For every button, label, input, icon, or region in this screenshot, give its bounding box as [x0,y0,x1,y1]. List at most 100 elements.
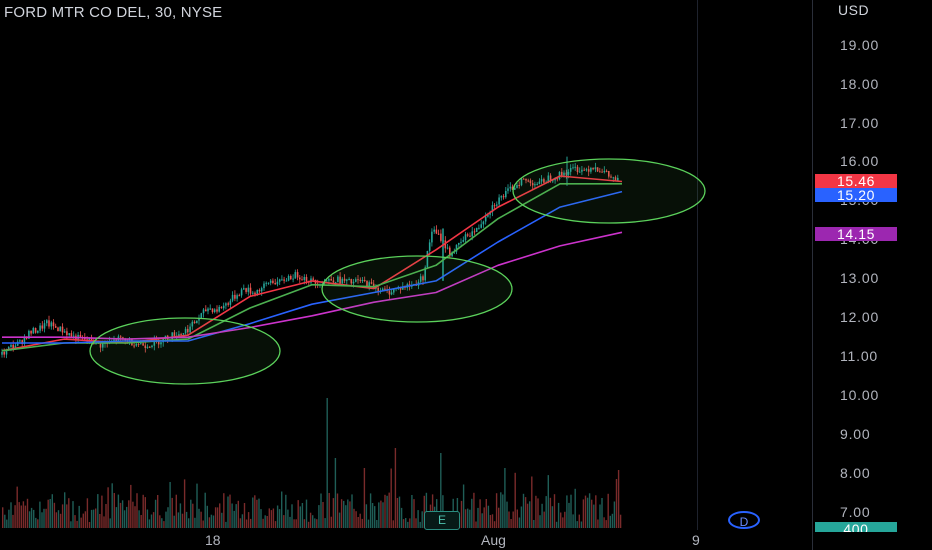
volume-bar [580,521,583,528]
currency-label[interactable]: USD [838,2,869,18]
candle-body [227,303,229,305]
volume-bar [464,509,467,528]
chart-window[interactable]: FORD MTR CO DEL, 30, NYSE USD 19.00 18.0… [0,0,932,550]
volume-bar [607,493,609,528]
volume-bar [150,514,153,528]
volume-bar [169,482,171,528]
volume-bar [526,503,529,528]
symbol-title[interactable]: FORD MTR CO DEL, 30, NYSE [4,4,222,21]
volume-bar [219,503,221,528]
candle-body [276,281,279,285]
volume-bar [233,510,235,528]
volume-bar [483,507,485,528]
candle-body [507,188,509,191]
volume-bar [405,518,407,528]
volume-bar [553,494,556,528]
candle-body [63,331,66,333]
candle-body [1,352,3,355]
volume-bar [402,519,405,528]
volume-bar [142,494,144,528]
volume-bar [363,468,366,528]
volume-bar [314,518,316,528]
volume-bar [276,505,279,528]
candle-body [200,313,203,319]
volume-bar [278,509,281,528]
volume-bar [95,508,97,528]
volume-bar [252,497,254,528]
candle-body [462,240,465,242]
volume-bar [55,512,58,528]
candle-body [287,276,290,281]
volume-bar [318,505,320,528]
candle-body [66,331,68,335]
volume-bar [374,506,376,528]
volume-bar [477,507,479,528]
volume-bar [181,513,184,528]
volume-bar [103,516,105,528]
volume-bar [380,500,382,528]
volume-bar [281,491,283,528]
volume-bar [351,494,353,528]
volume-bar [59,513,62,528]
volume-bar [198,508,200,528]
candle-body [202,309,205,314]
volume-bar [237,500,239,528]
volume-bar [35,517,37,528]
candle-body [222,305,225,309]
volume-bar [289,516,291,528]
volume-bar [533,520,535,528]
volume-bar [473,492,475,528]
earnings-event-marker[interactable]: E [424,511,460,530]
volume-bar [481,513,483,528]
dividend-event-marker[interactable]: D [728,511,760,529]
candle-body [469,235,471,237]
volume-bar [355,511,357,528]
volume-bar [537,498,539,528]
volume-bar [539,515,541,528]
volume-bar [493,521,496,528]
candle-body [30,330,32,334]
volume-bar [16,486,18,528]
candle-body [299,277,301,280]
last-price-tag: 15.46 [815,174,897,188]
candle-body [50,322,53,327]
candle-body [466,234,469,236]
volume-bar [495,493,498,528]
volume-bar [524,497,527,528]
time-tick: Aug [481,532,506,548]
candle-body [238,295,241,297]
volume-bar [183,479,186,528]
price-chart[interactable] [0,0,932,550]
volume-bar [529,501,531,528]
candle-body [460,241,462,243]
volume-bar [72,501,74,528]
volume-bar [272,508,275,528]
volume-bar [345,505,347,528]
candle-body [312,278,314,280]
volume-bar [491,514,494,528]
candle-body [437,233,440,235]
volume-bar [107,487,109,528]
volume-bar [291,504,293,528]
candle-body [496,204,498,206]
candle-body [249,287,252,294]
candle-body [247,287,250,292]
volume-bar [557,502,560,528]
volume-bar [301,503,304,528]
volume-bar [241,514,244,528]
candle-body [43,323,46,329]
volume-tag: 400 [815,522,897,532]
volume-bar [357,517,359,528]
volume-bar [216,507,219,528]
volume-bar [615,479,618,528]
volume-bar [2,507,4,528]
volume-bar [398,496,401,528]
candle-body [34,328,37,333]
candle-body [258,290,261,292]
volume-bar [268,508,270,528]
volume-bar [128,500,130,528]
volume-bar [266,516,268,528]
candle-body [72,335,75,337]
candle-body [32,328,35,334]
volume-bar [417,510,419,528]
